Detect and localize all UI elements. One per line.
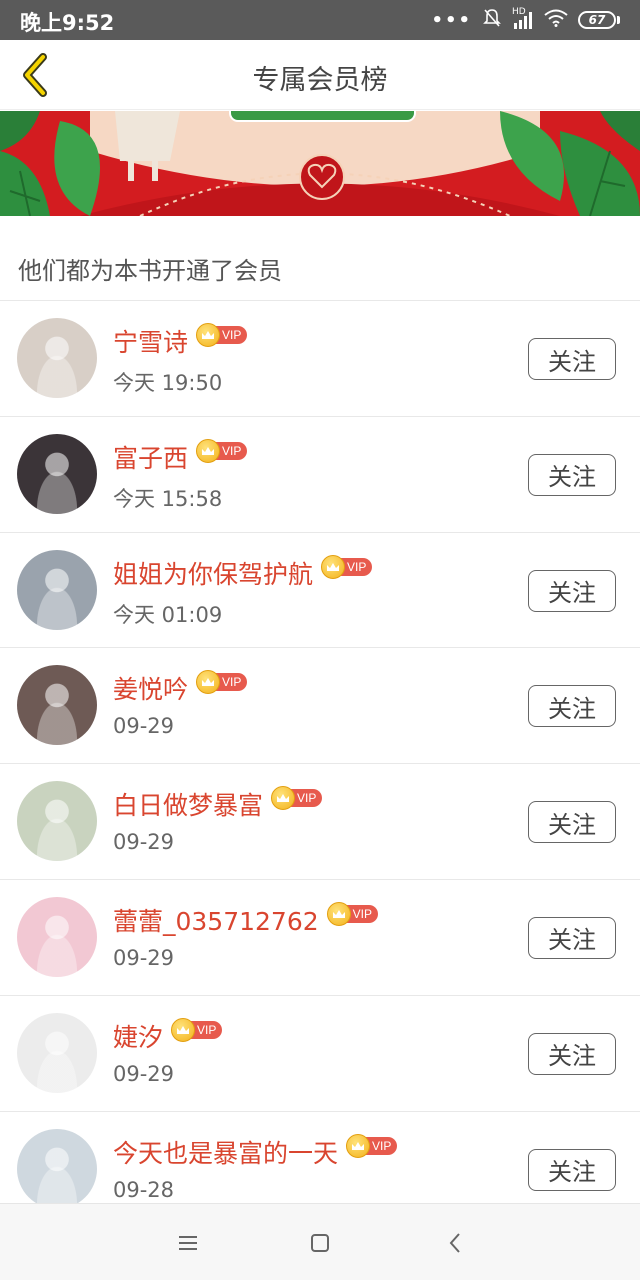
avatar[interactable]	[17, 665, 97, 746]
square-home-icon	[311, 1234, 329, 1252]
vip-badge: VIP	[271, 786, 323, 811]
member-time: 09-29	[113, 945, 175, 970]
member-name[interactable]: 宁雪诗	[113, 323, 188, 359]
crown-icon	[196, 323, 221, 347]
crown-icon	[326, 901, 351, 926]
follow-button[interactable]: 关注	[528, 916, 616, 959]
status-time: 晚上9:52	[20, 11, 115, 35]
avatar[interactable]	[17, 549, 97, 630]
member-name[interactable]: 姐姐为你保驾护航	[113, 555, 313, 591]
crown-icon	[346, 1133, 371, 1158]
list-item[interactable]: 宁雪诗 VIP 今天 19:50 关注	[0, 301, 640, 417]
list-item[interactable]: 婕汐 VIP 09-29 关注	[0, 995, 640, 1112]
mute-bell-icon	[482, 8, 502, 33]
avatar[interactable]	[17, 433, 97, 514]
list-item[interactable]: 姜悦吟 VIP 09-29 关注	[0, 648, 640, 765]
member-name[interactable]: 姜悦吟	[113, 670, 188, 706]
member-name-row: 白日做梦暴富 VIP	[113, 786, 323, 822]
crown-icon	[321, 554, 346, 579]
follow-button[interactable]: 关注	[528, 453, 616, 496]
member-name[interactable]: 蕾蕾_035712762	[113, 902, 319, 938]
battery-level: 67	[578, 11, 616, 29]
chevron-left-icon	[449, 1233, 460, 1253]
member-name-row: 蕾蕾_035712762 VIP	[113, 901, 378, 938]
wifi-icon	[544, 9, 568, 32]
vip-badge: VIP	[171, 1017, 223, 1042]
avatar[interactable]	[17, 318, 97, 398]
status-icons: ••• HD 67	[431, 7, 620, 33]
status-bar: 晚上9:52 ••• HD 67	[0, 0, 640, 40]
page-title: 专属会员榜	[252, 65, 388, 96]
follow-button[interactable]: 关注	[528, 338, 616, 380]
vip-badge: VIP	[321, 554, 373, 579]
vip-badge: VIP	[196, 438, 248, 463]
member-list: 宁雪诗 VIP 今天 19:50 关注 富子西 VIP 今天 15:58 关注 …	[0, 301, 640, 1228]
follow-button[interactable]: 关注	[528, 1032, 616, 1075]
member-name[interactable]: 白日做梦暴富	[113, 786, 263, 822]
list-item[interactable]: 白日做梦暴富 VIP 09-29 关注	[0, 764, 640, 880]
member-name-row: 姐姐为你保驾护航 VIP	[113, 554, 373, 591]
header: 专属会员榜	[0, 40, 640, 110]
list-item[interactable]: 蕾蕾_035712762 VIP 09-29 关注	[0, 879, 640, 996]
follow-button[interactable]: 关注	[528, 1148, 616, 1191]
hd-label: HD	[512, 7, 526, 17]
vip-badge: VIP	[326, 901, 378, 926]
member-name[interactable]: 富子西	[113, 439, 188, 475]
battery-icon: 67	[578, 11, 620, 29]
vip-badge: VIP	[196, 670, 248, 695]
follow-button[interactable]: 关注	[528, 801, 616, 844]
menu-button[interactable]	[173, 1228, 203, 1258]
avatar[interactable]	[17, 781, 97, 862]
member-name-row: 姜悦吟 VIP	[113, 670, 248, 706]
crown-icon	[196, 438, 221, 463]
member-time: 今天 01:09	[113, 602, 223, 627]
avatar[interactable]	[17, 1128, 97, 1209]
member-name-row: 宁雪诗 VIP	[113, 323, 248, 359]
list-item[interactable]: 富子西 VIP 今天 15:58 关注	[0, 416, 640, 533]
member-name-row: 今天也是暴富的一天 VIP	[113, 1133, 398, 1170]
follow-button[interactable]: 关注	[528, 569, 616, 612]
vip-badge: VIP	[196, 323, 248, 347]
member-time: 09-28	[113, 1177, 175, 1202]
more-dots-icon: •••	[431, 9, 472, 31]
member-time: 09-29	[113, 1061, 175, 1086]
promo-banner[interactable]	[0, 111, 640, 216]
avatar[interactable]	[17, 1012, 97, 1093]
nav-back-button[interactable]	[440, 1228, 470, 1258]
crown-icon	[171, 1017, 196, 1042]
system-nav-bar	[0, 1203, 640, 1280]
follow-button[interactable]: 关注	[528, 685, 616, 728]
member-time: 今天 15:58	[113, 486, 223, 511]
vip-badge: VIP	[346, 1133, 398, 1158]
member-name-row: 婕汐 VIP	[113, 1017, 223, 1054]
home-button[interactable]	[305, 1228, 335, 1258]
member-name-row: 富子西 VIP	[113, 438, 248, 475]
member-time: 今天 19:50	[113, 371, 223, 395]
menu-icon	[179, 1236, 197, 1250]
member-time: 09-29	[113, 714, 175, 739]
member-name[interactable]: 今天也是暴富的一天	[113, 1134, 338, 1170]
member-name[interactable]: 婕汐	[113, 1018, 163, 1054]
signal-icon: HD	[512, 7, 534, 29]
section-heading: 他们都为本书开通了会员	[18, 257, 282, 285]
list-item[interactable]: 姐姐为你保驾护航 VIP 今天 01:09 关注	[0, 532, 640, 649]
member-time: 09-29	[113, 830, 175, 855]
avatar[interactable]	[17, 896, 97, 977]
